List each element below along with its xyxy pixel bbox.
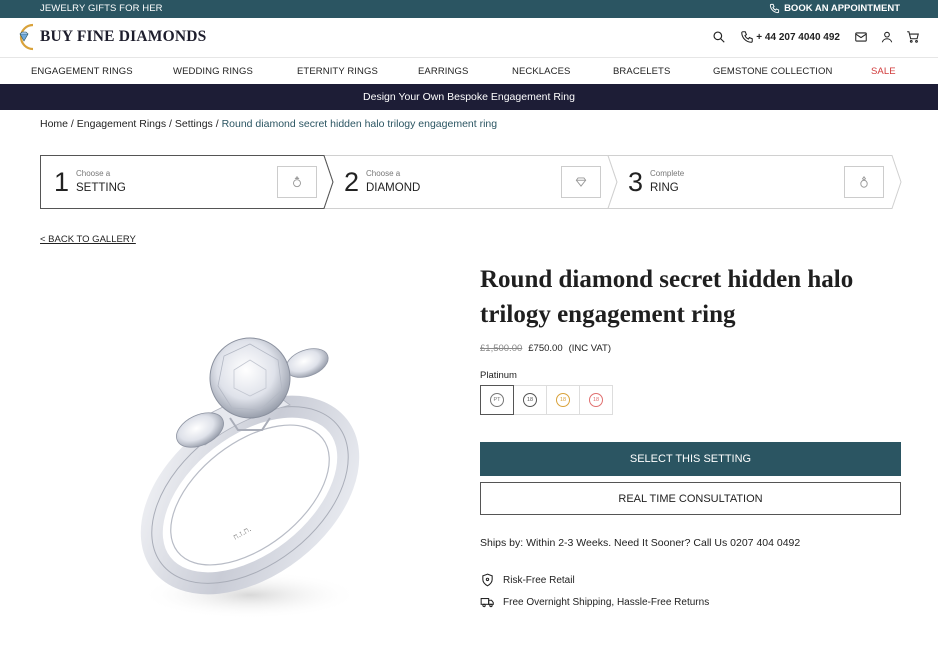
nav-earrings[interactable]: EARRINGS bbox=[418, 66, 468, 77]
feature-risk-free: Risk-Free Retail bbox=[480, 573, 575, 587]
back-to-gallery-link[interactable]: < BACK TO GALLERY bbox=[40, 234, 136, 245]
breadcrumb-home[interactable]: Home bbox=[40, 118, 68, 130]
nav-necklaces[interactable]: NECKLACES bbox=[512, 66, 570, 77]
step-diamond[interactable]: 2 Choose a DIAMOND bbox=[330, 155, 614, 209]
breadcrumb-separator: / bbox=[212, 118, 222, 130]
current-price: £750.00 bbox=[528, 343, 563, 354]
nav-eternity-rings[interactable]: ETERNITY RINGS bbox=[297, 66, 378, 77]
breadcrumb-separator: / bbox=[68, 118, 77, 130]
breadcrumb-settings[interactable]: Settings bbox=[175, 118, 213, 130]
breadcrumb-separator: / bbox=[166, 118, 175, 130]
metal-option-white-gold[interactable]: 18 bbox=[513, 385, 547, 415]
top-bar: JEWELRY GIFTS FOR HER BOOK AN APPOINTMEN… bbox=[0, 0, 938, 18]
step-label: DIAMOND bbox=[366, 182, 421, 194]
feature-free-shipping: Free Overnight Shipping, Hassle-Free Ret… bbox=[480, 595, 709, 609]
logo[interactable]: BUY FINE DIAMONDS bbox=[16, 22, 206, 52]
metal-badge: PT bbox=[490, 393, 504, 407]
breadcrumb: Home / Engagement Rings / Settings / Rou… bbox=[40, 118, 497, 130]
logo-emblem-icon bbox=[19, 23, 34, 51]
metal-option-yellow-gold[interactable]: 18 bbox=[546, 385, 580, 415]
header-actions: + 44 207 4040 492 bbox=[712, 30, 920, 44]
nav-sale[interactable]: SALE bbox=[871, 66, 896, 77]
metal-option-platinum[interactable]: PT bbox=[480, 385, 514, 415]
svg-text:ת.ז.ח.: ת.ז.ח. bbox=[232, 524, 253, 542]
shipping-info: Ships by: Within 2-3 Weeks. Need It Soon… bbox=[480, 537, 801, 549]
promo-banner[interactable]: Design Your Own Bespoke Engagement Ring bbox=[0, 84, 938, 110]
step-complete-ring[interactable]: 3 Complete RING bbox=[614, 155, 898, 209]
header-phone-link[interactable]: + 44 207 4040 492 bbox=[740, 30, 840, 44]
ring-icon bbox=[844, 166, 884, 198]
step-label: RING bbox=[650, 182, 679, 194]
metal-selected-label: Platinum bbox=[480, 370, 517, 381]
step-setting[interactable]: 1 Choose a SETTING bbox=[40, 155, 330, 209]
step-number: 2 bbox=[344, 167, 360, 197]
account-icon[interactable] bbox=[880, 30, 894, 44]
logo-text: BUY FINE DIAMONDS bbox=[40, 28, 207, 45]
price-block: £1,500.00 £750.00 (INC VAT) bbox=[480, 343, 611, 354]
metal-option-rose-gold[interactable]: 18 bbox=[579, 385, 613, 415]
step-number: 1 bbox=[54, 167, 70, 197]
search-icon[interactable] bbox=[712, 30, 726, 44]
book-appointment-link[interactable]: BOOK AN APPOINTMENT bbox=[769, 3, 900, 14]
step-caption: Choose a bbox=[76, 169, 111, 178]
diamond-icon bbox=[561, 166, 601, 198]
metal-selector: PT 18 18 18 bbox=[480, 385, 613, 415]
phone-icon bbox=[741, 31, 754, 43]
ring-icon bbox=[277, 166, 317, 198]
phone-icon bbox=[769, 3, 780, 14]
cart-icon[interactable] bbox=[906, 30, 920, 44]
design-steps: 1 Choose a SETTING 2 Choose a DIAMOND 3 … bbox=[40, 155, 902, 209]
real-time-consultation-button[interactable]: REAL TIME CONSULTATION bbox=[480, 482, 901, 515]
metal-badge: 18 bbox=[523, 393, 537, 407]
step-label: SETTING bbox=[76, 182, 126, 194]
step-caption: Complete bbox=[650, 169, 685, 178]
breadcrumb-engagement-rings[interactable]: Engagement Rings bbox=[77, 118, 166, 130]
vat-note: (INC VAT) bbox=[568, 343, 612, 354]
nav-engagement-rings[interactable]: ENGAGEMENT RINGS bbox=[31, 66, 133, 77]
main-nav: ENGAGEMENT RINGS WEDDING RINGS ETERNITY … bbox=[0, 58, 938, 84]
nav-gemstone-collection[interactable]: GEMSTONE COLLECTION bbox=[713, 66, 832, 77]
product-image[interactable]: ת.ז.ח. bbox=[120, 330, 390, 630]
book-appointment-label: BOOK AN APPOINTMENT bbox=[784, 3, 900, 14]
step-caption: Choose a bbox=[366, 169, 401, 178]
ring-illustration: ת.ז.ח. bbox=[140, 337, 360, 619]
site-header: BUY FINE DIAMONDS + 44 207 4040 492 bbox=[0, 18, 938, 58]
nav-bracelets[interactable]: BRACELETS bbox=[613, 66, 670, 77]
shield-icon bbox=[482, 573, 493, 587]
breadcrumb-current: Round diamond secret hidden halo trilogy… bbox=[221, 118, 498, 130]
feature-label: Risk-Free Retail bbox=[503, 574, 575, 586]
product-title: Round diamond secret hidden halo trilogy… bbox=[480, 266, 854, 328]
select-setting-button[interactable]: SELECT THIS SETTING bbox=[480, 442, 901, 476]
truck-icon bbox=[480, 598, 494, 608]
gifts-link[interactable]: JEWELRY GIFTS FOR HER bbox=[40, 3, 163, 14]
step-number: 3 bbox=[628, 167, 644, 197]
mail-icon[interactable] bbox=[854, 30, 868, 44]
header-phone-number: + 44 207 4040 492 bbox=[756, 31, 840, 43]
metal-badge: 18 bbox=[556, 393, 570, 407]
metal-badge: 18 bbox=[589, 393, 603, 407]
old-price: £1,500.00 bbox=[480, 343, 523, 354]
nav-wedding-rings[interactable]: WEDDING RINGS bbox=[173, 66, 253, 77]
feature-label: Free Overnight Shipping, Hassle-Free Ret… bbox=[503, 596, 710, 608]
